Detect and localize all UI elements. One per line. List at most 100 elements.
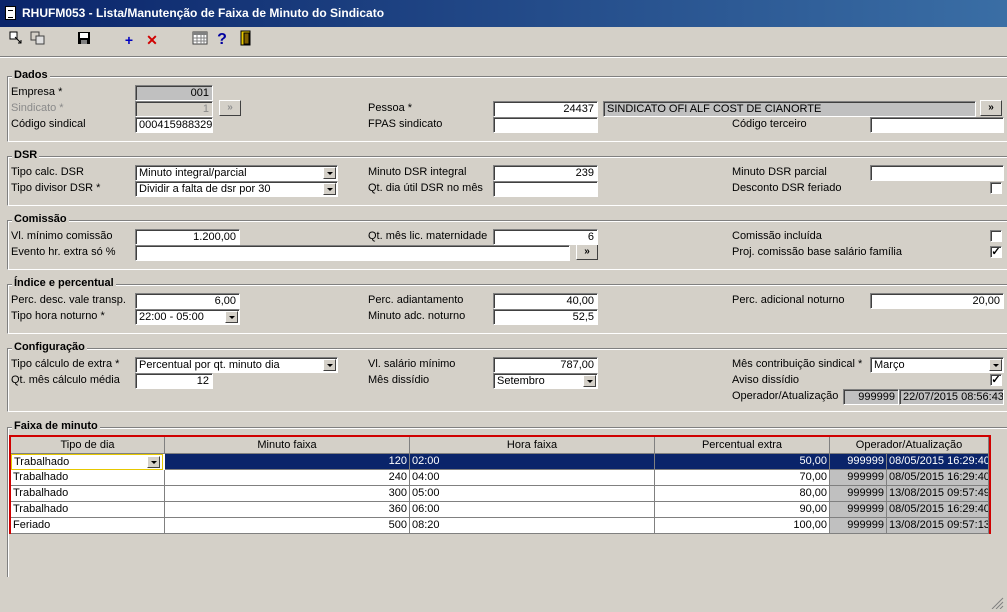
tipo-calc-dsr-select[interactable]: Minuto integral/parcial xyxy=(135,165,338,181)
chevron-down-icon[interactable] xyxy=(147,456,160,468)
codigo-terceiro-field[interactable] xyxy=(870,117,1004,133)
cell-minuto[interactable]: 120 xyxy=(165,454,410,470)
pessoa-field[interactable]: 24437 xyxy=(493,101,598,117)
cell-hora[interactable]: 08:20 xyxy=(410,518,655,534)
faixa-grid[interactable]: Tipo de dia Minuto faixa Hora faixa Perc… xyxy=(9,435,991,534)
cell-tipo[interactable]: Trabalhado xyxy=(11,502,165,518)
col-header-tipo[interactable]: Tipo de dia xyxy=(11,437,165,454)
cell-percentual[interactable]: 90,00 xyxy=(655,502,830,518)
config-title: Configuração xyxy=(12,341,87,353)
operador-field: 999999 xyxy=(843,389,899,405)
qt-mes-media-field[interactable]: 12 xyxy=(135,373,213,389)
window-title: RHUFM053 - Lista/Manutenção de Faixa de … xyxy=(22,6,385,20)
tipo-dia-select[interactable]: Trabalhado xyxy=(11,454,163,470)
col-header-operador[interactable]: Operador/Atualização xyxy=(830,437,989,454)
qt-mes-maternidade-field[interactable]: 6 xyxy=(493,229,598,245)
qt-dia-util-label: Qt. dia útil DSR no mês xyxy=(368,182,483,194)
cell-tipo[interactable]: Feriado xyxy=(11,518,165,534)
cell-tipo[interactable]: Trabalhado xyxy=(11,486,165,502)
cell-percentual[interactable]: 100,00 xyxy=(655,518,830,534)
mes-dissidio-value: Setembro xyxy=(497,375,545,387)
evento-lookup-button[interactable]: » xyxy=(576,244,598,260)
cell-percentual[interactable]: 70,00 xyxy=(655,470,830,486)
calendar-icon[interactable] xyxy=(190,30,210,50)
resize-grip-icon[interactable] xyxy=(990,596,1004,610)
pessoa-name-field: SINDICATO OFI ALF COST DE CIANORTE xyxy=(603,101,976,117)
cell-hora[interactable]: 02:00 xyxy=(410,454,655,470)
tipo-divisor-dsr-select[interactable]: Dividir a falta de dsr por 30 xyxy=(135,181,338,197)
chevron-down-icon[interactable] xyxy=(323,359,336,371)
mes-contribuicao-select[interactable]: Março xyxy=(870,357,1004,373)
cell-minuto[interactable]: 360 xyxy=(165,502,410,518)
cell-hora[interactable]: 04:00 xyxy=(410,470,655,486)
cell-atualizacao: 08/05/2015 16:29:40 xyxy=(887,502,989,518)
fpas-field[interactable] xyxy=(493,117,598,133)
qt-dia-util-field[interactable] xyxy=(493,181,598,197)
cell-hora[interactable]: 05:00 xyxy=(410,486,655,502)
add-icon[interactable]: + xyxy=(119,30,139,50)
mes-dissidio-select[interactable]: Setembro xyxy=(493,373,598,389)
cell-operador: 999999 xyxy=(830,470,887,486)
chevron-down-icon[interactable] xyxy=(583,375,596,387)
minuto-dsr-parcial-field[interactable] xyxy=(870,165,1004,181)
tipo-calculo-extra-value: Percentual por qt. minuto dia xyxy=(139,359,280,371)
cell-percentual[interactable]: 50,00 xyxy=(655,454,830,470)
tipo-divisor-dsr-value: Dividir a falta de dsr por 30 xyxy=(139,183,271,195)
cell-minuto[interactable]: 300 xyxy=(165,486,410,502)
cell-operador: 999999 xyxy=(830,454,887,470)
minuto-dsr-parcial-label: Minuto DSR parcial xyxy=(732,166,827,178)
vl-salario-minimo-field[interactable]: 787,00 xyxy=(493,357,598,373)
nav-icon[interactable] xyxy=(6,30,26,50)
cell-percentual[interactable]: 80,00 xyxy=(655,486,830,502)
col-header-hora[interactable]: Hora faixa xyxy=(410,437,655,454)
aviso-dissidio-label: Aviso dissídio xyxy=(732,374,800,386)
chevron-down-icon[interactable] xyxy=(989,359,1002,371)
minuto-dsr-integral-field[interactable]: 239 xyxy=(493,165,598,181)
tipo-hora-noturno-select[interactable]: 22:00 - 05:00 xyxy=(135,309,240,325)
cell-minuto[interactable]: 500 xyxy=(165,518,410,534)
copy-icon[interactable] xyxy=(28,30,48,50)
chevron-down-icon[interactable] xyxy=(225,311,238,323)
minuto-adc-noturno-field[interactable]: 52,5 xyxy=(493,309,598,325)
cell-operador: 999999 xyxy=(830,502,887,518)
cell-tipo[interactable]: Trabalhado xyxy=(11,470,165,486)
proj-comissao-checkbox[interactable]: ✓ xyxy=(990,246,1002,258)
operador-label: Operador/Atualização xyxy=(732,390,839,402)
delete-icon[interactable]: ✕ xyxy=(142,30,162,50)
proj-comissao-label: Proj. comissão base salário família xyxy=(732,246,902,258)
col-header-minuto[interactable]: Minuto faixa xyxy=(165,437,410,454)
title-bar: RHUFM053 - Lista/Manutenção de Faixa de … xyxy=(0,0,1007,27)
cell-operador: 999999 xyxy=(830,486,887,502)
comissao-incluida-label: Comissão incluída xyxy=(732,230,822,242)
cell-hora[interactable]: 06:00 xyxy=(410,502,655,518)
chevron-down-icon[interactable] xyxy=(323,183,336,195)
aviso-dissidio-checkbox[interactable]: ✓ xyxy=(990,374,1002,386)
cell-atualizacao: 08/05/2015 16:29:40 xyxy=(887,470,989,486)
perc-adiantamento-field[interactable]: 40,00 xyxy=(493,293,598,309)
mes-contribuicao-value: Março xyxy=(874,359,905,371)
mes-dissidio-label: Mês dissídio xyxy=(368,374,430,386)
chevron-down-icon[interactable] xyxy=(323,167,336,179)
window-icon xyxy=(5,6,16,20)
perc-vale-field[interactable]: 6,00 xyxy=(135,293,240,309)
vl-minimo-comissao-field[interactable]: 1.200,00 xyxy=(135,229,240,245)
exit-icon[interactable] xyxy=(236,30,256,50)
desconto-dsr-feriado-checkbox[interactable] xyxy=(990,182,1002,194)
codigo-sindical-field[interactable]: 000415988329 xyxy=(135,117,213,133)
tipo-calculo-extra-select[interactable]: Percentual por qt. minuto dia xyxy=(135,357,338,373)
empresa-field: 001 xyxy=(135,85,213,101)
pessoa-lookup-button[interactable]: » xyxy=(980,100,1002,116)
vl-salario-minimo-label: Vl. salário mínimo xyxy=(368,358,456,370)
mes-contribuicao-label: Mês contribuição sindical * xyxy=(732,358,863,370)
perc-adicional-noturno-field[interactable]: 20,00 xyxy=(870,293,1004,309)
col-header-percentual[interactable]: Percentual extra xyxy=(655,437,830,454)
help-icon[interactable]: ? xyxy=(212,30,232,50)
comissao-incluida-checkbox[interactable] xyxy=(990,230,1002,242)
perc-vale-label: Perc. desc. vale transp. xyxy=(11,294,126,306)
cell-minuto[interactable]: 240 xyxy=(165,470,410,486)
evento-hr-extra-field[interactable] xyxy=(135,245,570,261)
codigo-terceiro-label: Código terceiro xyxy=(732,118,807,130)
perc-adicional-noturno-label: Perc. adicional noturno xyxy=(732,294,845,306)
pessoa-label: Pessoa * xyxy=(368,102,413,114)
save-icon[interactable] xyxy=(74,30,94,50)
